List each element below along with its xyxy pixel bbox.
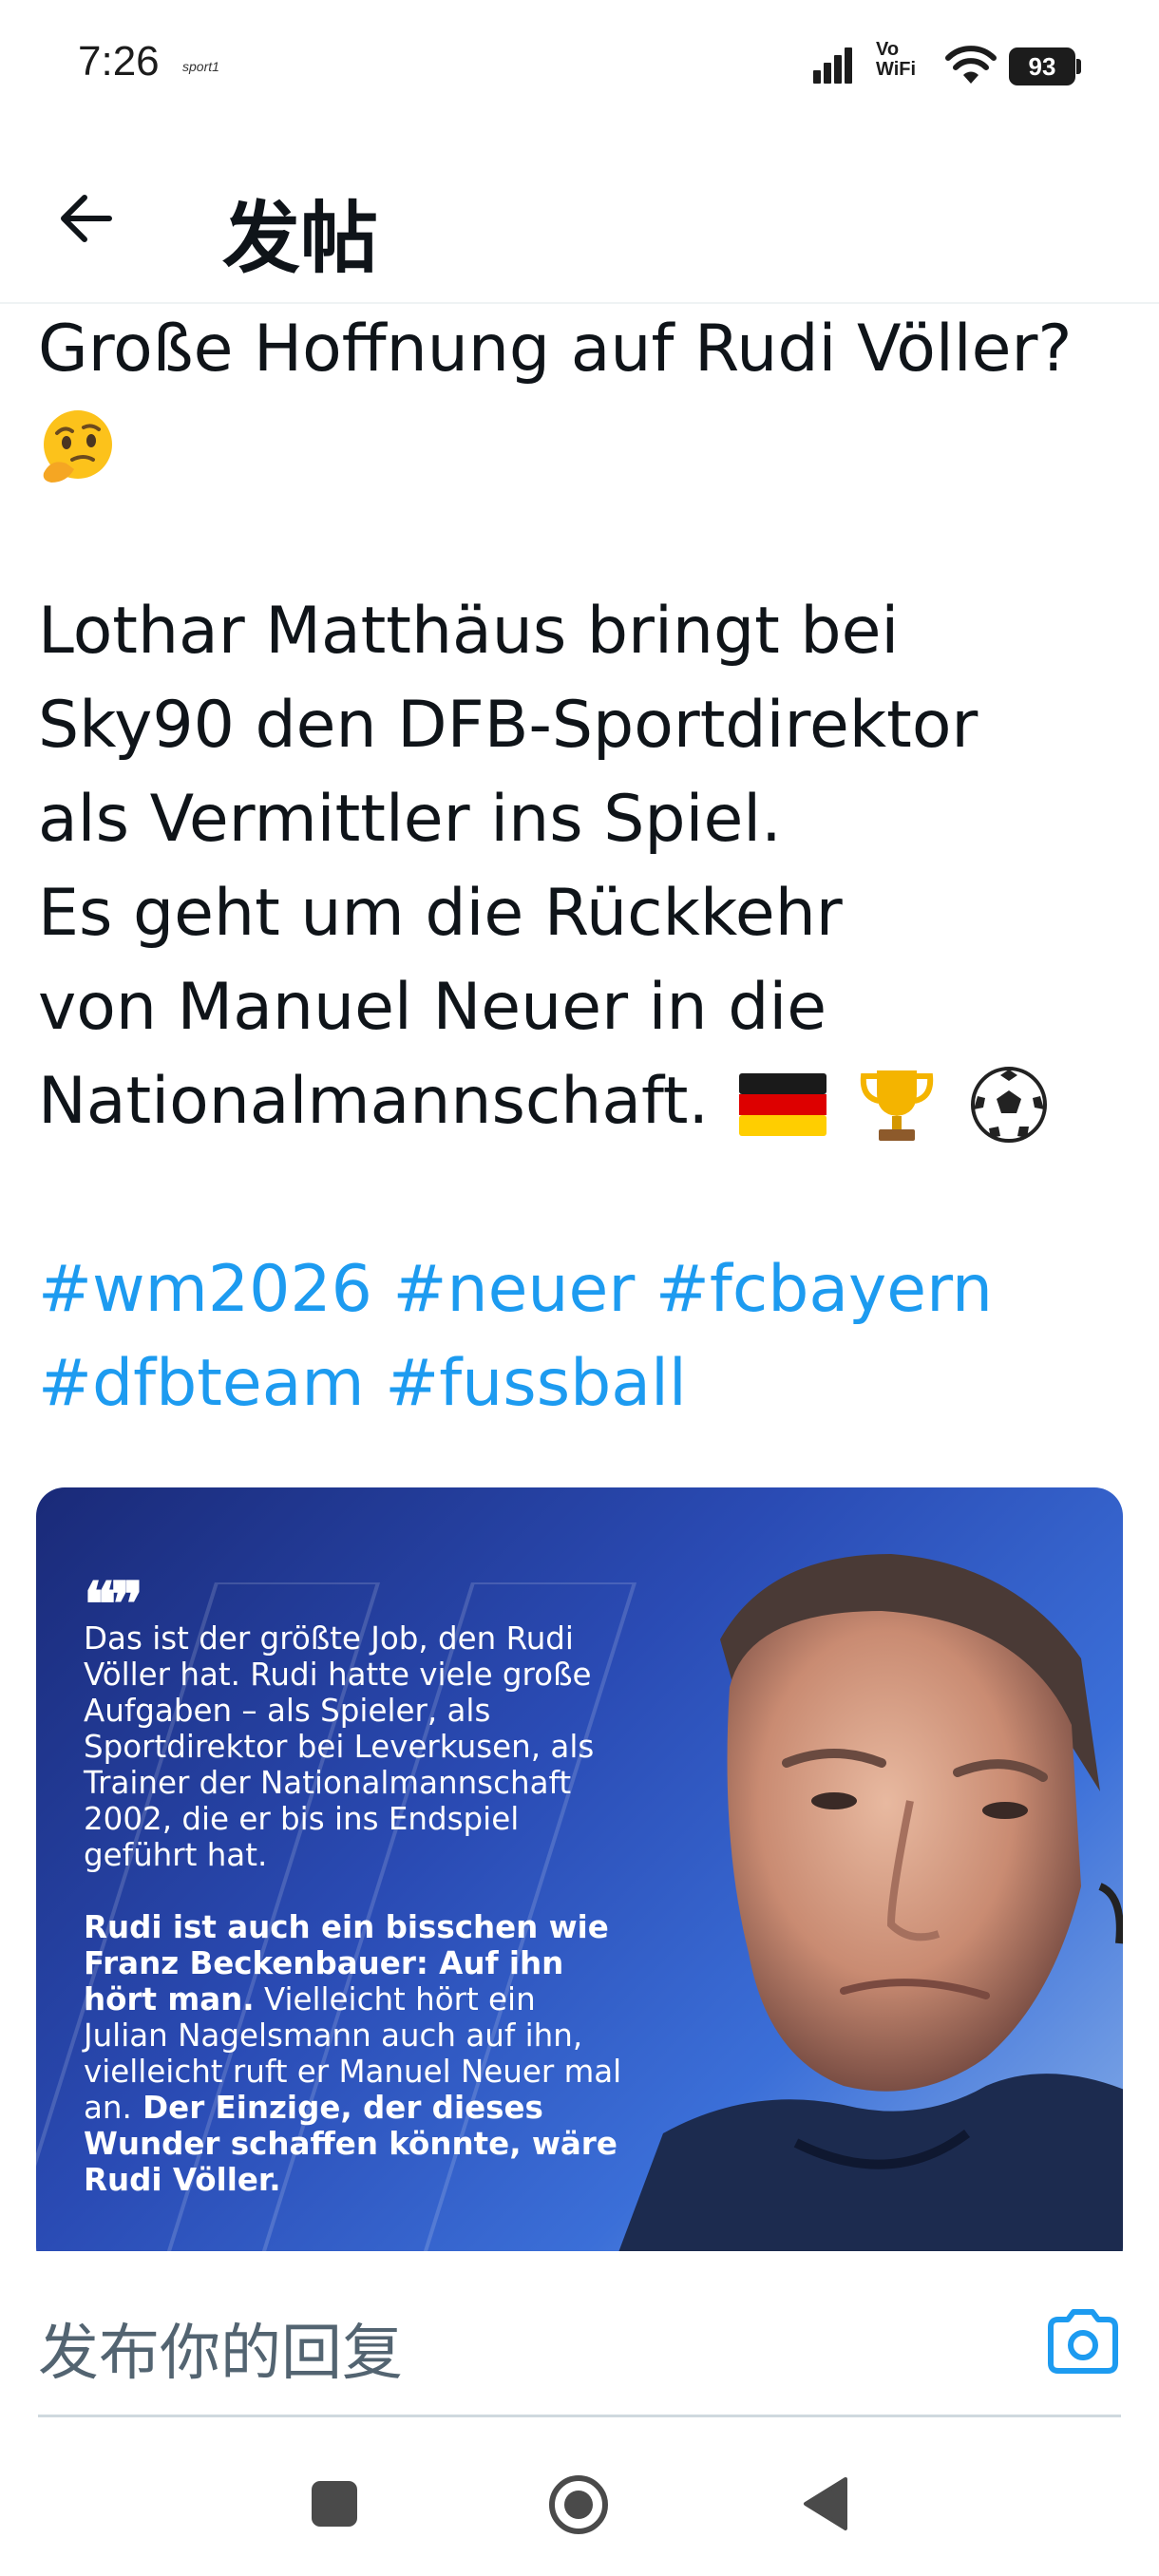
post-line-last: Nationalmannschaft. [38, 1054, 1130, 1148]
system-nav-bar [0, 2420, 1159, 2576]
battery-indicator: 93 [1009, 47, 1081, 85]
signal-icon [813, 47, 852, 84]
back-button[interactable] [48, 180, 124, 256]
germany-flag-icon [738, 1073, 826, 1137]
post-line-emoji [38, 396, 1130, 490]
hashtag-links[interactable]: #wm2026 #neuer #fcbayern [38, 1242, 1130, 1336]
post-body: Große Hoffnung auf Rudi Völler? Lothar M… [38, 302, 1130, 1430]
vowifi-label: Vo WiFi [876, 39, 917, 80]
soccer-ball-icon [970, 1067, 1047, 1144]
wifi-icon [945, 46, 997, 84]
battery-level: 93 [1009, 47, 1075, 85]
post-line: Es geht um die Rückkehr [38, 876, 843, 951]
quote-text: Das ist der größte Job, den Rudi Völler … [84, 1620, 625, 2234]
post-image[interactable]: ❝❞ Das ist der größte Job, den Rudi Völl… [36, 1487, 1123, 2276]
thinking-face-icon [43, 410, 112, 483]
nav-back-button[interactable] [800, 2475, 849, 2532]
post-line: als Vermittler ins Spiel. [38, 782, 782, 857]
status-time: 7:26 [78, 38, 160, 85]
status-bar: 7:26 sport1 Vo WiFi 93 [0, 0, 1159, 133]
person-photo [609, 1554, 1123, 2276]
recent-apps-button[interactable] [312, 2481, 357, 2527]
divider [38, 2415, 1121, 2417]
post-line: Große Hoffnung auf Rudi Völler? [38, 312, 1073, 387]
post-line: von Manuel Neuer in die [38, 970, 827, 1045]
hashtag-links[interactable]: #dfbteam #fussball [38, 1336, 1130, 1430]
quote-paragraph: Rudi ist auch ein bisschen wie Franz Bec… [84, 1909, 622, 2198]
app-header: 发帖 [0, 133, 1159, 304]
reply-bar: 发布你的回复 [0, 2251, 1159, 2417]
home-button[interactable] [547, 2473, 610, 2536]
reply-input[interactable]: 发布你的回复 [38, 2304, 403, 2392]
camera-icon[interactable] [1045, 2306, 1121, 2375]
page-title: 发帖 [222, 194, 379, 284]
quote-paragraph: Das ist der größte Job, den Rudi Völler … [84, 1620, 595, 1873]
post-line: Sky90 den DFB-Sportdirektor [38, 688, 978, 763]
status-app-label: sport1 [182, 59, 219, 74]
trophy-icon [861, 1070, 934, 1142]
arrow-left-icon [61, 195, 112, 242]
post-line: Lothar Matthäus bringt bei [38, 594, 900, 669]
post-line: Nationalmannschaft. [38, 1064, 710, 1139]
